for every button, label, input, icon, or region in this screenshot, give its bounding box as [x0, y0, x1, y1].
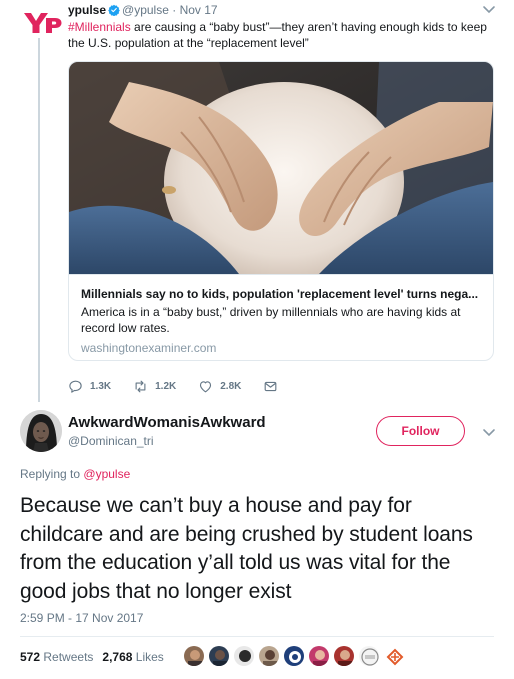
likes-label: Likes: [135, 650, 164, 664]
parent-tweet-header: ypulse @ypulse · Nov 17: [68, 3, 218, 18]
link-card[interactable]: Millennials say no to kids, population '…: [68, 61, 494, 361]
dm-button[interactable]: [263, 379, 285, 394]
chevron-down-icon[interactable]: [482, 4, 496, 14]
parent-tweet-text: #Millennials are causing a “baby bust”—t…: [68, 19, 498, 51]
card-body: Millennials say no to kids, population '…: [69, 274, 493, 360]
retweet-count: 1.2K: [155, 380, 177, 392]
like-count: 2.8K: [220, 380, 242, 392]
card-domain: washingtonexaminer.com: [81, 341, 217, 355]
replying-prefix: Replying to: [20, 467, 81, 481]
verified-badge-icon: [108, 4, 120, 16]
retweets-stat[interactable]: 572 Retweets: [20, 650, 93, 664]
author-display-name[interactable]: AwkwardWomanisAwkward: [68, 413, 266, 432]
retweets-label: Retweets: [43, 650, 94, 664]
follow-button[interactable]: Follow: [376, 416, 465, 446]
replying-to: Replying to @ypulse: [20, 467, 130, 482]
parent-tweet-body: are causing a “baby bust”—they aren’t ha…: [68, 20, 487, 50]
reply-button[interactable]: 1.3K: [68, 379, 111, 394]
liker-avatar[interactable]: [258, 645, 280, 667]
parent-display-name[interactable]: ypulse: [68, 3, 106, 17]
retweet-total: 572: [20, 650, 41, 664]
liker-avatar[interactable]: [358, 645, 380, 667]
liker-avatars: [183, 645, 408, 669]
parent-handle[interactable]: @ypulse: [122, 3, 169, 17]
parent-tweet-actions: 1.3K 1.2K 2.8K: [68, 378, 307, 394]
heart-icon: [200, 380, 212, 392]
liker-avatar[interactable]: [333, 645, 355, 667]
likes-stat[interactable]: 2,768 Likes: [102, 650, 163, 664]
card-image: [69, 62, 493, 274]
liker-avatar[interactable]: [308, 645, 330, 667]
liker-avatar[interactable]: [383, 645, 405, 667]
retweet-icon: [135, 380, 146, 392]
divider: [20, 636, 494, 637]
tweet-text: Because we can’t buy a house and pay for…: [20, 494, 473, 603]
liker-avatar[interactable]: [283, 645, 305, 667]
envelope-icon: [265, 381, 277, 391]
parent-date[interactable]: Nov 17: [180, 3, 218, 17]
replying-handle-link[interactable]: @ypulse: [83, 467, 130, 481]
reply-count: 1.3K: [90, 380, 112, 392]
avatar[interactable]: [20, 410, 62, 452]
liker-avatar[interactable]: [208, 645, 230, 667]
author-handle[interactable]: @Dominican_tri: [68, 434, 154, 449]
separator-dot: ·: [168, 3, 180, 17]
parent-tweet[interactable]: ypulse @ypulse · Nov 17 #Millennials are …: [0, 0, 514, 402]
ypulse-logo[interactable]: [22, 10, 62, 36]
chevron-down-icon[interactable]: [482, 427, 496, 437]
card-title: Millennials say no to kids, population '…: [81, 287, 479, 301]
like-total: 2,768: [102, 650, 133, 664]
liker-avatar[interactable]: [233, 645, 255, 667]
hashtag-link[interactable]: #Millennials: [68, 20, 131, 34]
tweet-timestamp[interactable]: 2:59 PM - 17 Nov 2017: [20, 611, 143, 626]
reply-icon: [69, 380, 82, 393]
tweet-stats: 572 Retweets 2,768 Likes: [20, 649, 164, 665]
retweet-button[interactable]: 1.2K: [133, 379, 176, 394]
liker-avatar[interactable]: [183, 645, 205, 667]
like-button[interactable]: 2.8K: [198, 379, 241, 394]
thread-line: [38, 38, 40, 402]
card-description: America is in a “baby bust,” driven by m…: [81, 305, 461, 335]
